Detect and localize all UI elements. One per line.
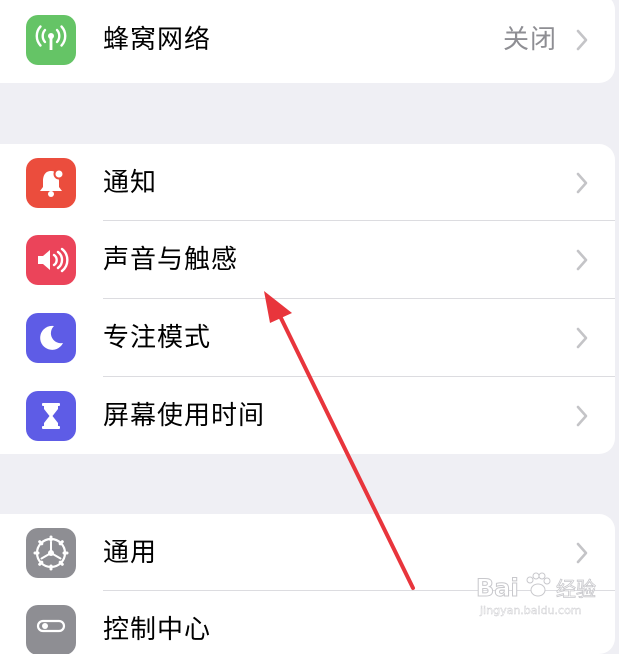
paw-icon — [526, 572, 551, 597]
settings-row-sounds[interactable]: 声音与触感 — [0, 221, 615, 299]
bell-icon — [26, 158, 76, 208]
chevron-right-icon — [576, 542, 588, 564]
settings-group-connectivity: 蜂窝网络 关闭 — [0, 0, 615, 83]
settings-row-label: 控制中心 — [103, 615, 212, 645]
settings-row-label: 专注模式 — [103, 323, 212, 353]
settings-row-label: 通知 — [103, 168, 158, 198]
chevron-right-icon — [576, 249, 588, 271]
toggle-icon — [26, 605, 76, 654]
settings-row-value: 关闭 — [502, 25, 557, 55]
settings-row-label: 蜂窝网络 — [103, 25, 212, 55]
baidu-watermark: Bai 经验 jingyan.baidu.com — [476, 572, 596, 617]
moon-icon — [26, 313, 76, 363]
watermark-brand2: 经验 — [556, 577, 596, 601]
chevron-right-icon — [576, 29, 588, 51]
settings-row-focus[interactable]: 专注模式 — [0, 299, 615, 377]
hourglass-icon — [26, 391, 76, 441]
settings-row-screen-time[interactable]: 屏幕使用时间 — [0, 377, 615, 454]
watermark-url: jingyan.baidu.com — [479, 604, 582, 617]
settings-row-notifications[interactable]: 通知 — [0, 144, 615, 222]
chevron-right-icon — [576, 405, 588, 427]
antenna-icon — [26, 15, 76, 65]
settings-row-label: 声音与触感 — [103, 245, 239, 275]
speaker-icon — [26, 235, 76, 285]
settings-group-alerts: 通知 声音与触感 专注模式 屏幕使用时间 — [0, 144, 615, 454]
gear-icon — [26, 528, 76, 578]
watermark-brand: Bai — [476, 574, 519, 602]
chevron-right-icon — [576, 172, 588, 194]
settings-row-label: 通用 — [103, 538, 158, 568]
settings-row-cellular[interactable]: 蜂窝网络 关闭 — [0, 0, 615, 78]
chevron-right-icon — [576, 327, 588, 349]
settings-row-label: 屏幕使用时间 — [103, 401, 266, 431]
